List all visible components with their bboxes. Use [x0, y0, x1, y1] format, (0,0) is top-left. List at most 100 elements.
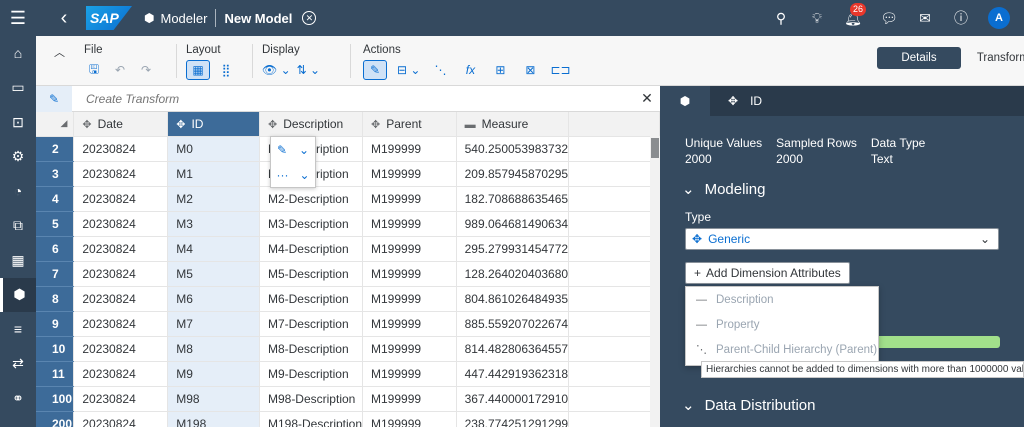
select-all-icon[interactable]: ◢ — [36, 112, 75, 137]
more-dropdown[interactable]: ··· ⌄ — [271, 162, 315, 187]
back-icon[interactable]: ‹ — [52, 0, 76, 36]
cell-id[interactable]: M198 — [167, 411, 260, 427]
row-number[interactable]: 100 — [36, 386, 75, 412]
cell-measure[interactable]: 814.482806364557 — [456, 336, 570, 362]
lightbulb-icon[interactable]: 💡︎ — [808, 9, 826, 27]
type-select[interactable]: ✥ Generic ⌄ — [685, 228, 999, 250]
cell-parent[interactable]: M199999 — [362, 211, 457, 237]
cell-description[interactable]: M98-Description — [259, 386, 364, 412]
cell-date[interactable]: 20230824 — [73, 311, 169, 337]
geo-icon[interactable]: ⊠ — [520, 60, 540, 80]
table-row[interactable]: 5 20230824 M3 M3-Description M199999 989.0646… — [36, 211, 660, 237]
column-header-parent[interactable]: ✥ Parent — [362, 112, 457, 137]
cell-parent[interactable]: M199999 — [362, 136, 457, 162]
column-transform-icon[interactable]: ⊟ ⌄ — [397, 60, 420, 80]
cell-date[interactable]: 20230824 — [73, 211, 169, 237]
bell-icon[interactable]: 🔔︎ 26 — [844, 3, 867, 27]
table-row[interactable]: 220230824M0M0-DescriptionM199999540.2500… — [36, 136, 660, 162]
cell-id[interactable]: M6 — [167, 286, 260, 312]
table-row[interactable]: 11 20230824 M9 M9-Description M199999 447.442… — [36, 361, 660, 387]
cell-description[interactable]: M4-Description — [259, 236, 364, 262]
avatar[interactable]: A — [988, 7, 1010, 29]
create-transform-input[interactable] — [72, 87, 634, 110]
cell-id[interactable]: M4 — [167, 236, 260, 262]
cell-id[interactable]: M3 — [167, 211, 260, 237]
cell-description[interactable]: M8-Description — [259, 336, 364, 362]
menu-item-parent-child-hierarchy[interactable]: ⋱ Parent-Child Hierarchy (Parent) — [686, 337, 878, 362]
data-distribution-section-header[interactable]: ⌄ Data Distribution — [682, 396, 815, 415]
cell-measure[interactable]: 182.708688635465 — [456, 186, 570, 212]
search-icon[interactable]: ⚲ — [772, 9, 790, 27]
column-header-id[interactable]: ✥ ID — [167, 112, 260, 137]
table-row[interactable]: 4 20230824 M2 M2-Description M199999 182.7086… — [36, 186, 660, 212]
cell-measure[interactable]: 209.857945870295 — [456, 161, 570, 187]
cell-parent[interactable]: M199999 — [362, 311, 457, 337]
row-number[interactable]: 8 — [36, 286, 75, 312]
folder-icon[interactable]: ▭ — [0, 71, 36, 106]
cell-measure[interactable]: 447.442919362318 — [456, 361, 570, 387]
cell-id[interactable]: M8 — [167, 336, 260, 362]
cell-description[interactable]: M5-Description — [259, 261, 364, 287]
cell-date[interactable]: 20230824 — [73, 336, 169, 362]
scrollbar-thumb[interactable] — [651, 138, 659, 158]
cell-empty[interactable] — [568, 336, 660, 362]
transform-log-button[interactable]: Transform Log — [969, 47, 1024, 69]
row-number[interactable]: 11 — [36, 361, 75, 387]
cell-empty[interactable] — [568, 411, 660, 427]
row-number[interactable]: 3 — [36, 161, 75, 187]
cell-empty[interactable] — [568, 261, 660, 287]
table-row[interactable]: 6 20230824 M4 M4-Description M199999 295.2799… — [36, 236, 660, 262]
formula-icon[interactable]: fx — [460, 60, 480, 80]
cell-measure[interactable]: 367.440000172910 — [456, 386, 570, 412]
cell-parent[interactable]: M199999 — [362, 186, 457, 212]
close-model-icon[interactable]: ✕ — [302, 11, 317, 25]
cell-measure[interactable]: 295.279931454772 — [456, 236, 570, 262]
cell-empty[interactable] — [568, 161, 660, 187]
save-icon[interactable]: 🖫︎ — [84, 60, 104, 80]
cell-date[interactable]: 20230824 — [73, 261, 169, 287]
cell-id[interactable]: M9 — [167, 361, 260, 387]
row-number[interactable]: 7 — [36, 261, 75, 287]
cell-empty[interactable] — [568, 236, 660, 262]
row-number[interactable]: 4 — [36, 186, 75, 212]
cell-date[interactable]: 20230824 — [73, 386, 169, 412]
cell-description[interactable]: M198-Description — [259, 411, 364, 427]
table-row[interactable]: 200 20230824 M198 M198-Description M199999 23… — [36, 411, 660, 427]
cell-id[interactable]: M7 — [167, 311, 260, 337]
cell-parent[interactable]: M199999 — [362, 361, 457, 387]
close-transform-icon[interactable]: ✕ — [634, 90, 660, 107]
column-header-description[interactable]: ✥ Description — [259, 112, 364, 137]
add-dimension-attributes-button[interactable]: + Add Dimension Attributes — [685, 262, 850, 284]
cell-empty[interactable] — [568, 186, 660, 212]
cell-description[interactable]: M7-Description — [259, 311, 364, 337]
cell-parent[interactable]: M199999 — [362, 411, 457, 427]
undo-icon[interactable]: ↶ — [110, 60, 130, 80]
table-row[interactable]: 10 20230824 M8 M8-Description M199999 814.482… — [36, 336, 660, 362]
cell-id[interactable]: M1 — [167, 161, 260, 187]
modeler-icon[interactable]: ⬢ — [0, 277, 36, 312]
cell-date[interactable]: 20230824 — [73, 161, 169, 187]
cell-description[interactable]: M6-Description — [259, 286, 364, 312]
transform-dropdown[interactable]: ✎ ⌄ — [271, 137, 315, 162]
column-header-date[interactable]: ✥ Date — [73, 112, 169, 137]
menu-item-property[interactable]: — Property — [686, 312, 878, 337]
cell-description[interactable]: M3-Description — [259, 211, 364, 237]
cell-parent[interactable]: M199999 — [362, 336, 457, 362]
data-analyzer-icon[interactable]: ⧉ — [0, 209, 36, 244]
column-header-measure[interactable]: ▬ Measure — [456, 112, 570, 137]
table-import-icon[interactable]: ≡ — [0, 312, 36, 347]
table-row[interactable]: 9 20230824 M7 M7-Description M199999 885.5592… — [36, 311, 660, 337]
chat-icon[interactable]: 💬︎ — [880, 9, 898, 27]
cell-parent[interactable]: M199999 — [362, 161, 457, 187]
row-number[interactable]: 2 — [36, 136, 75, 162]
home-icon[interactable]: ⌂ — [0, 36, 36, 71]
cell-date[interactable]: 20230824 — [73, 136, 169, 162]
connections-icon[interactable]: ⇄ — [0, 347, 36, 382]
table-row[interactable]: 7 20230824 M5 M5-Description M199999 128.2640… — [36, 261, 660, 287]
cube-tab-icon[interactable]: ⬢ — [660, 86, 710, 116]
feedback-icon[interactable]: ✉ — [916, 9, 934, 27]
cell-empty[interactable] — [568, 286, 660, 312]
cell-date[interactable]: 20230824 — [73, 186, 169, 212]
menu-icon[interactable]: ☰ — [0, 0, 36, 36]
cell-id[interactable]: M98 — [167, 386, 260, 412]
